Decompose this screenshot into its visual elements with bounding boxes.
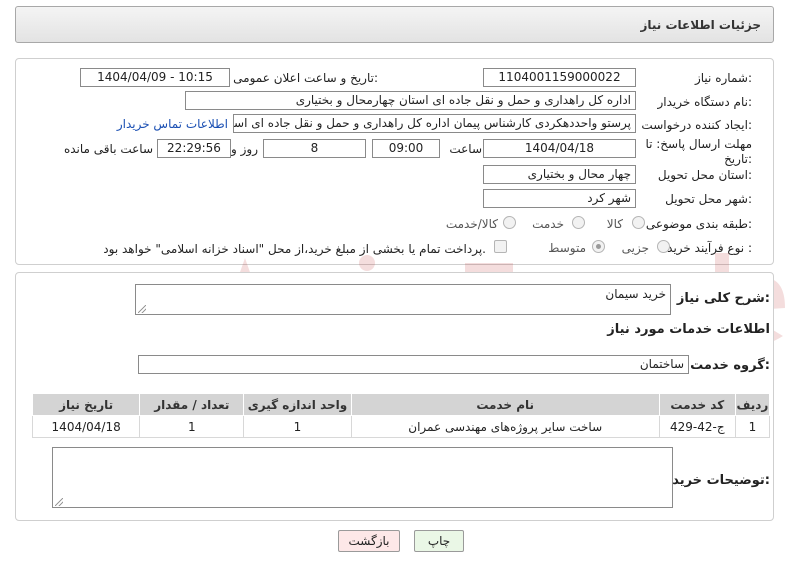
cell-quantity: 1 xyxy=(139,415,245,438)
category-goods-radio[interactable] xyxy=(632,216,645,229)
treasury-payment-note: پرداخت تمام یا بخشی از مبلغ خرید،از محل … xyxy=(103,242,486,256)
need-number-field: 1104001159000022 xyxy=(483,68,636,87)
col-unit: واحد اندازه گیری xyxy=(243,393,352,416)
summary-textarea: خرید سیمان xyxy=(135,284,671,315)
category-goods-service-label: کالا/خدمت xyxy=(445,217,498,231)
table-row: 1 ج-42-429 ساخت سایر پروژه‌های مهندسی عم… xyxy=(31,415,771,438)
day-label: روز و xyxy=(231,142,258,156)
services-table: ردیف کد خدمت نام خدمت واحد اندازه گیری ت… xyxy=(31,393,771,438)
col-service-code: کد خدمت xyxy=(658,393,736,416)
service-group-field: ساختمان xyxy=(138,355,689,374)
buyer-contact-link[interactable]: اطلاعات تماس خریدار xyxy=(117,117,228,131)
summary-text: خرید سیمان xyxy=(605,287,666,301)
purchase-medium-label: متوسط xyxy=(548,241,586,255)
back-button[interactable]: بازگشت xyxy=(338,530,400,552)
cell-unit: 1 xyxy=(243,415,352,438)
category-service-radio[interactable] xyxy=(572,216,585,229)
days-field: 8 xyxy=(263,139,366,158)
purchase-minor-label: جزیی xyxy=(621,241,649,255)
need-info-panel xyxy=(15,58,774,265)
services-title: اطلاعات خدمات مورد نیاز xyxy=(607,322,770,337)
city-label: شهر محل تحویل: xyxy=(665,192,752,206)
deadline-label-date: تاریخ: xyxy=(724,152,752,166)
purchase-minor-radio[interactable] xyxy=(657,240,670,253)
city-field: شهر کرد xyxy=(483,189,636,208)
col-quantity: تعداد / مقدار xyxy=(139,393,245,416)
service-group-label: گروه خدمت: xyxy=(690,358,770,373)
announce-date-field: 1404/04/09 - 10:15 xyxy=(80,68,230,87)
deadline-time-label: ساعت xyxy=(449,142,482,156)
deadline-label: مهلت ارسال پاسخ: تا xyxy=(645,137,752,151)
cell-service-code: ج-42-429 xyxy=(658,415,736,438)
buyer-notes-label: توضیحات خریدار: xyxy=(660,473,770,488)
page-title: جزئیات اطلاعات نیاز xyxy=(640,18,761,32)
cell-service-name: ساخت سایر پروژه‌های مهندسی عمران xyxy=(350,415,660,438)
summary-label: شرح کلی نیاز: xyxy=(676,291,770,306)
purchase-type-label: نوع فرآیند خرید : xyxy=(667,241,752,255)
col-row-number: ردیف xyxy=(734,393,771,416)
deadline-date-field: 1404/04/18 xyxy=(483,139,636,158)
remaining-time-field: 22:29:56 xyxy=(157,139,231,158)
cell-row-number: 1 xyxy=(734,415,771,438)
creator-label: ایجاد کننده درخواست: xyxy=(641,118,752,132)
buyer-org-field: اداره کل راهداری و حمل و نقل جاده ای است… xyxy=(185,91,636,110)
col-service-name: نام خدمت xyxy=(350,393,660,416)
header-bar: جزئیات اطلاعات نیاز xyxy=(15,6,774,43)
purchase-medium-radio[interactable] xyxy=(592,240,605,253)
deadline-time-field: 09:00 xyxy=(372,139,440,158)
category-service-label: خدمت xyxy=(532,217,564,231)
remaining-label: ساعت باقی مانده xyxy=(63,142,153,156)
buyer-org-label: نام دستگاه خریدار: xyxy=(657,95,753,109)
need-number-label: شماره نیاز: xyxy=(694,71,752,85)
cell-need-date: 1404/04/18 xyxy=(31,415,141,438)
treasury-payment-checkbox[interactable] xyxy=(494,240,507,253)
resize-handle-icon[interactable] xyxy=(138,305,146,313)
resize-handle-icon[interactable] xyxy=(55,498,63,506)
announce-date-label: تاریخ و ساعت اعلان عمومی: xyxy=(233,71,378,85)
category-goods-service-radio[interactable] xyxy=(503,216,516,229)
province-field: چهار محال و بختیاری xyxy=(483,165,636,184)
province-label: استان محل تحویل: xyxy=(657,168,752,182)
table-header-row: ردیف کد خدمت نام خدمت واحد اندازه گیری ت… xyxy=(31,393,771,416)
category-label: طبقه بندی موضوعی: xyxy=(645,217,752,231)
print-button[interactable]: چاپ xyxy=(414,530,464,552)
col-need-date: تاریخ نیاز xyxy=(31,393,141,416)
buyer-notes-textarea[interactable] xyxy=(52,447,673,508)
creator-field: پرستو واحددهکردی کارشناس پیمان اداره کل … xyxy=(233,114,636,133)
category-goods-label: کالا xyxy=(606,217,623,231)
